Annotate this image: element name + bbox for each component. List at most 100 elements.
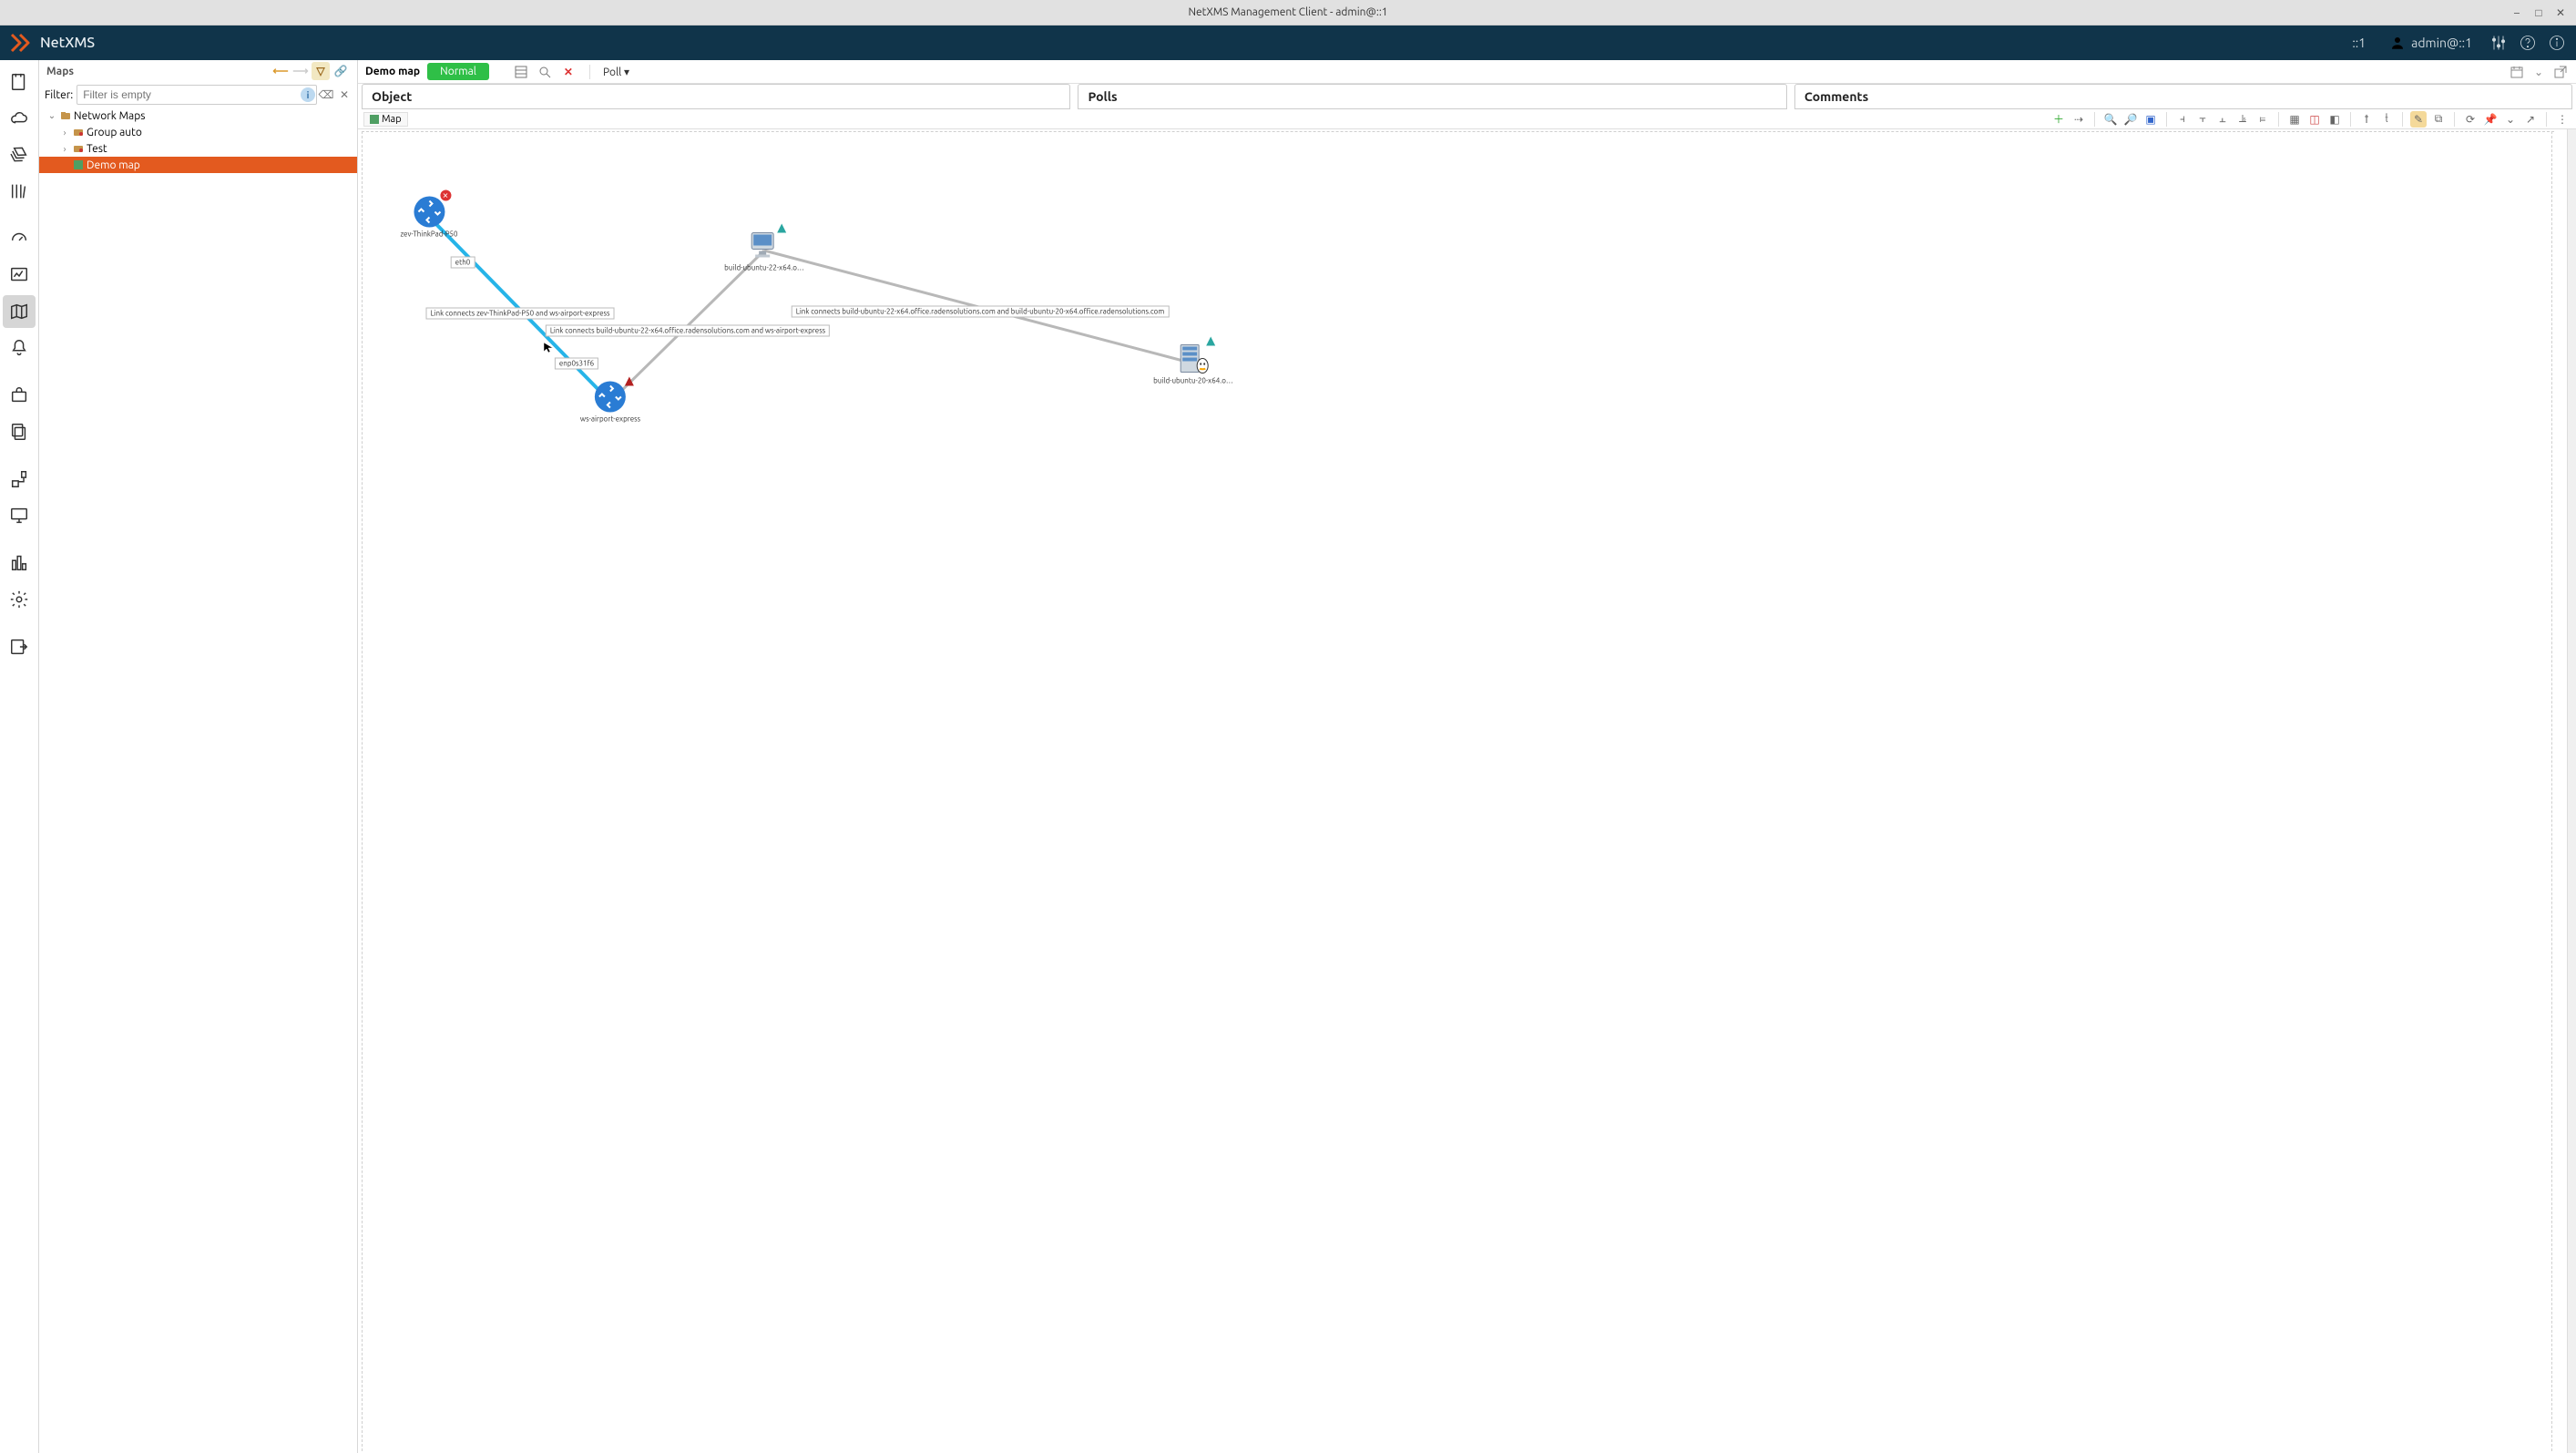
os-titlebar: NetXMS Management Client - admin@::1 – □…: [0, 0, 2576, 26]
tree-item-demo-map[interactable]: Demo map: [39, 157, 357, 173]
map-toolbar: Map ＋ ⇢ 🔍 🔎 ▣ ⫞ ⫟ ⫠ ⫡ ⫢ ▦ ◫ ◧ ꝉ: [358, 109, 2576, 129]
rail-cloud-icon[interactable]: [3, 102, 36, 135]
pin-icon[interactable]: 📌: [2482, 111, 2499, 128]
calendar-icon[interactable]: [2509, 64, 2525, 80]
rail-library-icon[interactable]: [3, 175, 36, 208]
iface-label-eth0[interactable]: eth0: [451, 257, 475, 269]
user-icon: [2389, 35, 2406, 51]
chevron-down-icon[interactable]: ⌄: [2502, 111, 2519, 128]
rail-settings-icon[interactable]: [3, 583, 36, 616]
tree-root-node[interactable]: ⌄ Network Maps: [39, 107, 357, 124]
link-label-3[interactable]: Link connects build-ubuntu-22-x64.office…: [792, 306, 1170, 318]
chevron-down-icon[interactable]: ⌄: [2530, 64, 2547, 80]
server-label: ::1: [2345, 36, 2373, 50]
link-label-2[interactable]: Link connects build-ubuntu-22-x64.office…: [546, 325, 830, 337]
align-right-icon[interactable]: ⫠: [2214, 111, 2231, 128]
nav-forward-icon[interactable]: ⟶: [291, 62, 310, 80]
external-icon[interactable]: ↗: [2522, 111, 2539, 128]
preferences-icon[interactable]: [2489, 33, 2509, 53]
rail-device-icon[interactable]: [3, 463, 36, 496]
side-panel-title: Maps: [46, 66, 74, 77]
tab-object[interactable]: Object: [362, 84, 1070, 109]
about-icon[interactable]: [2547, 33, 2567, 53]
delete-icon[interactable]: ✕: [560, 64, 577, 80]
rail-pinboard-icon[interactable]: [3, 66, 36, 98]
zoom-in-icon[interactable]: 🔍: [2102, 111, 2119, 128]
warning-badge-icon: [1206, 337, 1215, 346]
map-node-ubuntu22[interactable]: build-ubuntu-22-x64.o…: [724, 230, 804, 272]
tree-item-test[interactable]: › Test: [39, 140, 357, 157]
filter-clear-icon[interactable]: ⌫: [319, 87, 333, 102]
status-badge: Normal: [427, 63, 489, 80]
rail-monitor-icon[interactable]: [3, 499, 36, 532]
link-label-1[interactable]: Link connects zev-ThinkPad-P50 and ws-ai…: [426, 308, 615, 320]
minimize-button[interactable]: –: [2507, 3, 2527, 23]
vertical-scrollbar[interactable]: [2567, 129, 2576, 1453]
maps-tree[interactable]: ⌄ Network Maps › Group auto › Test Demo …: [39, 107, 357, 1453]
filter-close-icon[interactable]: ✕: [337, 87, 352, 102]
error-badge-icon: ✕: [440, 190, 451, 201]
map-node-airport[interactable]: ws-airport-express: [580, 381, 640, 424]
user-menu[interactable]: admin@::1: [2382, 35, 2479, 51]
add-object-icon[interactable]: ＋: [2050, 111, 2067, 128]
perspective-rail: [0, 60, 39, 1453]
tab-polls[interactable]: Polls: [1078, 84, 1786, 109]
layout-icon[interactable]: ◧: [2326, 111, 2343, 128]
tab-comments[interactable]: Comments: [1794, 84, 2572, 109]
help-icon[interactable]: [2518, 33, 2538, 53]
app-header: NetXMS ::1 admin@::1: [0, 26, 2576, 60]
locked-folder-icon: [72, 142, 85, 155]
show-labels-icon[interactable]: ꝉ: [2358, 111, 2375, 128]
map-canvas[interactable]: eth0 enp0s31f6 Link connects zev-ThinkPa…: [358, 129, 2567, 1453]
close-button[interactable]: ✕: [2550, 3, 2571, 23]
rail-business-icon[interactable]: [3, 379, 36, 412]
switch-icon: ✕: [413, 196, 445, 229]
iface-label-enp[interactable]: enp0s31f6: [555, 358, 598, 370]
switch-icon: [594, 381, 627, 414]
snap-icon[interactable]: ◫: [2306, 111, 2323, 128]
refresh-icon[interactable]: ⟳: [2462, 111, 2479, 128]
edit-mode-icon[interactable]: ✎: [2410, 111, 2427, 128]
tree-item-group-auto[interactable]: › Group auto: [39, 124, 357, 140]
rail-maps-icon[interactable]: [3, 295, 36, 328]
rail-report-icon[interactable]: [3, 547, 36, 579]
map-node-thinkpad[interactable]: ✕ zev-ThinkPad-P50: [400, 196, 457, 239]
side-panel: Maps ⟵ ⟶ ▽ 🔗 Filter: i ⌫ ✕ ⌄ Network Map…: [39, 60, 358, 1453]
product-name: NetXMS: [40, 35, 95, 51]
tree-item-label: Test: [87, 143, 107, 155]
link-objects-icon[interactable]: ⇢: [2070, 111, 2087, 128]
rail-graphs-icon[interactable]: [3, 259, 36, 292]
map-node-label: build-ubuntu-20-x64.o…: [1153, 377, 1233, 385]
align-left-icon[interactable]: ⫞: [2174, 111, 2191, 128]
link-icon[interactable]: 🔗: [332, 62, 350, 80]
grid-icon[interactable]: ▦: [2286, 111, 2303, 128]
tree-item-label: Demo map: [87, 159, 140, 171]
zoom-out-icon[interactable]: 🔎: [2122, 111, 2139, 128]
poll-dropdown[interactable]: Poll ▾: [603, 66, 629, 78]
map-icon: [72, 159, 85, 171]
popout-icon[interactable]: [2552, 64, 2569, 80]
hide-labels-icon[interactable]: ƚ: [2378, 111, 2395, 128]
nav-back-icon[interactable]: ⟵: [271, 62, 290, 80]
rail-dashboard-icon[interactable]: [3, 222, 36, 255]
view-list-icon[interactable]: [513, 64, 529, 80]
align-bottom-icon[interactable]: ⫢: [2254, 111, 2271, 128]
rail-alarms-icon[interactable]: [3, 332, 36, 364]
more-icon[interactable]: ⋮: [2554, 111, 2571, 128]
map-node-ubuntu20[interactable]: build-ubuntu-20-x64.o…: [1153, 343, 1233, 385]
rail-exit-icon[interactable]: [3, 630, 36, 663]
map-breadcrumb[interactable]: Map: [363, 112, 408, 127]
filter-toggle-icon[interactable]: ▽: [312, 62, 330, 80]
filter-input[interactable]: [77, 85, 317, 105]
tree-root-label: Network Maps: [74, 110, 145, 122]
map-chip-icon: [370, 115, 379, 124]
zoom-fit-icon[interactable]: ▣: [2142, 111, 2159, 128]
maximize-button[interactable]: □: [2529, 3, 2549, 23]
rail-copy-icon[interactable]: [3, 415, 36, 448]
copy-icon[interactable]: ⧉: [2430, 111, 2447, 128]
locked-folder-icon: [72, 126, 85, 138]
align-top-icon[interactable]: ⫡: [2234, 111, 2251, 128]
rail-tags-icon[interactable]: [3, 138, 36, 171]
find-icon[interactable]: [537, 64, 553, 80]
align-center-h-icon[interactable]: ⫟: [2194, 111, 2211, 128]
